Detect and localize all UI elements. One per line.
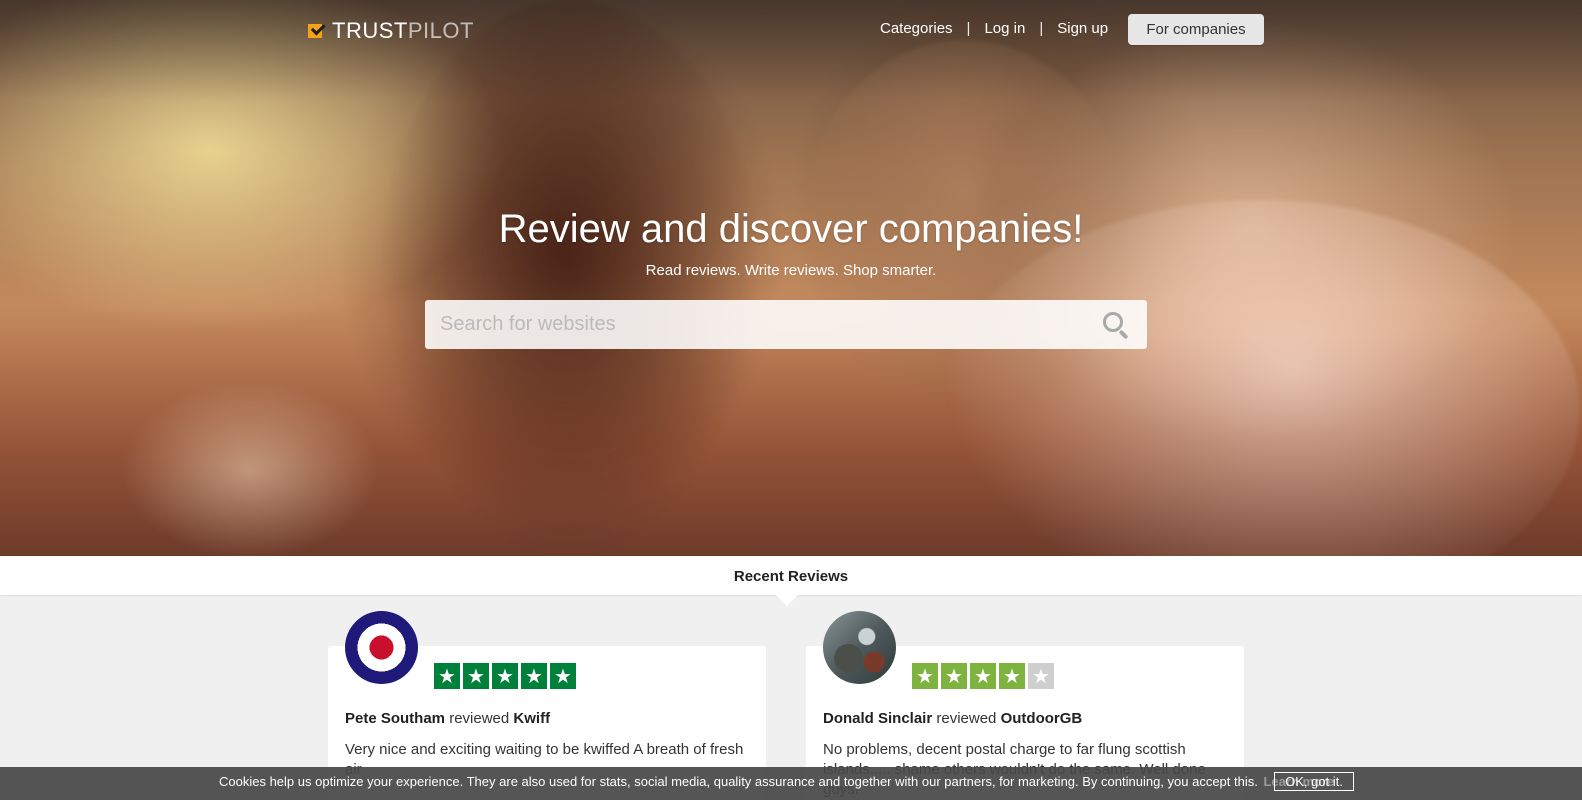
star-icon: ★ [999, 663, 1025, 689]
reviewer-name[interactable]: Donald Sinclair [823, 710, 932, 727]
nav-link-categories[interactable]: Categories [880, 20, 953, 37]
hero-title: Review and discover companies! [498, 207, 1084, 251]
cookie-banner: Cookies help us optimize your experience… [0, 767, 1582, 800]
star-empty-icon: ★ [1028, 663, 1054, 689]
search-box [425, 300, 1147, 349]
reviewer-name[interactable]: Pete Southam [345, 710, 445, 727]
star-icon: ★ [550, 663, 576, 689]
recent-reviews-pointer [775, 594, 799, 606]
star-rating: ★ ★ ★ ★ ★ [912, 663, 1054, 689]
nav-separator: | [1039, 20, 1044, 37]
star-icon: ★ [912, 663, 938, 689]
cookie-message: Cookies help us optimize your experience… [219, 774, 1334, 789]
search-icon[interactable] [1101, 310, 1131, 340]
search-input[interactable] [425, 300, 1101, 349]
avatar[interactable] [345, 611, 418, 684]
logo-wordmark: TRUSTPILOT [332, 18, 474, 43]
recent-reviews-bar: Recent Reviews [0, 556, 1582, 595]
star-icon: ★ [463, 663, 489, 689]
nav-links: Categories | Log in | Sign up [880, 20, 1108, 37]
nav-separator: | [966, 20, 971, 37]
star-icon: ★ [941, 663, 967, 689]
reviewed-verb: reviewed [936, 710, 997, 727]
hero-subtitle: Read reviews. Write reviews. Shop smarte… [645, 262, 937, 279]
star-icon: ★ [492, 663, 518, 689]
reviewed-verb: reviewed [449, 710, 510, 727]
avatar[interactable] [823, 611, 896, 684]
logo-check-icon [308, 20, 326, 40]
recent-reviews-title: Recent Reviews [733, 568, 849, 585]
trustpilot-logo[interactable]: TRUSTPILOT [308, 19, 474, 43]
cookie-text: Cookies help us optimize your experience… [219, 774, 1258, 789]
star-icon: ★ [434, 663, 460, 689]
hero-photo-bag [120, 380, 380, 556]
star-icon: ★ [521, 663, 547, 689]
for-companies-button[interactable]: For companies [1128, 14, 1264, 45]
review-heading: Pete Southam reviewed Kwiff [345, 710, 550, 727]
star-rating: ★ ★ ★ ★ ★ [434, 663, 576, 689]
company-name[interactable]: Kwiff [513, 710, 550, 727]
review-heading: Donald Sinclair reviewed OutdoorGB [823, 710, 1082, 727]
nav-link-log-in[interactable]: Log in [984, 20, 1025, 37]
nav-link-sign-up[interactable]: Sign up [1057, 20, 1108, 37]
star-icon: ★ [970, 663, 996, 689]
company-name[interactable]: OutdoorGB [1001, 710, 1083, 727]
cookie-ok-button[interactable]: OK, got it. [1274, 772, 1354, 791]
top-navigation: TRUSTPILOT Categories | Log in | Sign up… [0, 0, 1582, 60]
hero-photo-shirt [940, 200, 1580, 556]
